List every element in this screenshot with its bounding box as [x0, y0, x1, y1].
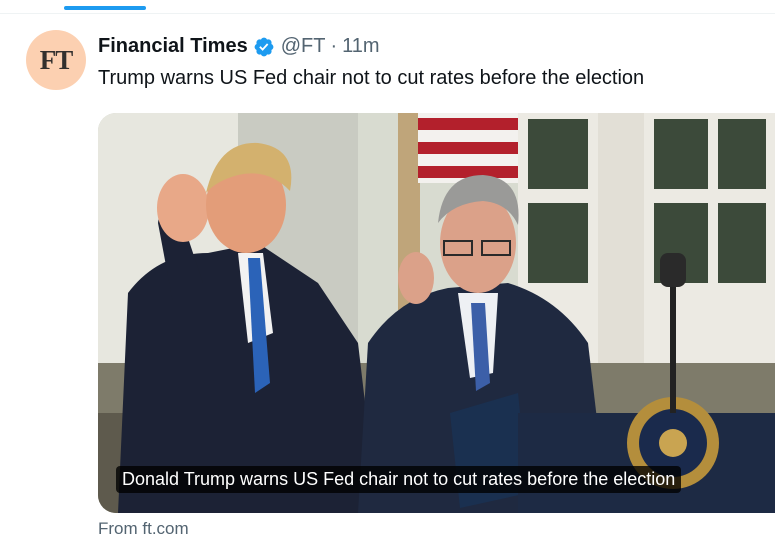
- link-source[interactable]: From ft.com: [98, 519, 189, 539]
- active-tab-indicator: [64, 6, 146, 10]
- news-photo: [98, 113, 775, 513]
- author-handle[interactable]: @FT: [281, 35, 326, 58]
- verified-badge-icon[interactable]: [253, 36, 275, 58]
- avatar[interactable]: FT: [26, 30, 86, 90]
- media-caption: Donald Trump warns US Fed chair not to c…: [116, 466, 682, 493]
- tweet-text: Trump warns US Fed chair not to cut rate…: [98, 67, 645, 89]
- divider: [0, 13, 775, 14]
- avatar-logo-text: FT: [39, 44, 74, 75]
- tweet-timestamp[interactable]: 11m: [342, 35, 379, 58]
- time-separator: ·: [330, 35, 338, 57]
- author-display-name[interactable]: Financial Times: [98, 35, 248, 58]
- media-card[interactable]: Donald Trump warns US Fed chair not to c…: [98, 113, 775, 513]
- tweet-header: Financial Times @FT · 11m: [98, 35, 380, 58]
